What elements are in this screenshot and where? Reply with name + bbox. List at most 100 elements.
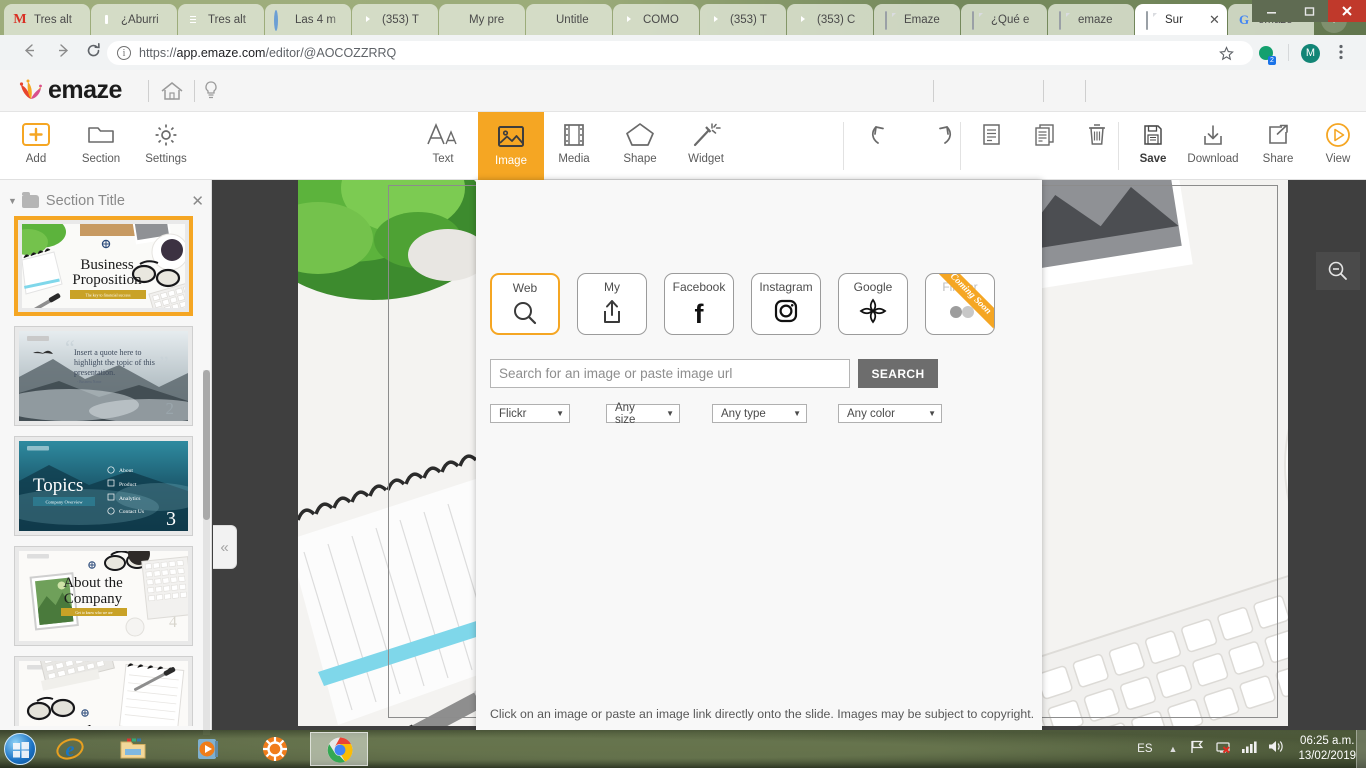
section-button[interactable]: Section [68,118,134,175]
text-aa-icon [423,118,463,152]
slide-thumbnail[interactable]: Insert a quote here to highlight the top… [14,326,193,426]
slide-thumbnail[interactable]: About the Company Get to know who we are… [14,546,193,646]
image-source-my[interactable]: My [577,273,647,335]
collapse-sidebar-button[interactable]: « [213,525,237,569]
image-source-instagram[interactable]: Instagram [751,273,821,335]
svg-text:Company Overview: Company Overview [45,500,83,505]
signal-icon[interactable] [1241,740,1258,759]
emaze-logo[interactable]: emaze [18,77,122,103]
zoom-out-button[interactable] [1316,252,1360,290]
minimize-button[interactable] [1252,0,1290,22]
section-title[interactable]: Section Title [46,193,192,209]
chrome-taskbar-button[interactable] [310,732,368,766]
browser-tab[interactable]: M Tres alt [4,4,90,35]
browser-tab[interactable]: My pre [439,4,525,35]
tool-text[interactable]: Text [410,118,476,175]
slide-thumbnail[interactable]: Business Proposition The key to financia… [14,216,193,316]
browser-tab[interactable]: Emaze [874,4,960,35]
forward-button[interactable] [52,42,74,64]
settings-button[interactable]: Settings [133,118,199,175]
tool-image[interactable]: Image [478,112,544,180]
browser-tab-label: emaze [1078,13,1113,26]
helm-icon[interactable] [260,735,290,763]
youtube-icon [621,12,637,28]
tool-media[interactable]: Media [541,118,607,175]
volume-icon[interactable] [1267,739,1284,759]
flag-icon[interactable] [1189,739,1205,760]
internet-explorer-icon[interactable]: e [55,735,85,763]
bookmark-star-icon[interactable] [1219,46,1234,64]
emaze-logo-text: emaze [48,76,122,104]
chevron-down-icon[interactable]: ▼ [8,196,17,206]
search-button[interactable]: SEARCH [858,359,938,388]
browser-tab[interactable]: ¿Qué e [961,4,1047,35]
medium-icon [534,12,550,28]
image-source-google[interactable]: Google [838,273,908,335]
color-filter[interactable]: Any color ▼ [838,404,942,423]
sidebar-scrollbar-thumb[interactable] [203,370,210,520]
image-source-web[interactable]: Web [490,273,560,335]
media-player-icon[interactable] [193,735,223,763]
network-error-icon[interactable] [1215,739,1231,760]
image-source-facebook[interactable]: Facebook f [664,273,734,335]
browser-tab[interactable]: emaze [1048,4,1134,35]
slide-thumbnail[interactable]: Product [14,656,193,726]
share-button[interactable]: Share [1245,118,1311,175]
close-window-button[interactable] [1328,0,1366,22]
home-icon[interactable] [160,80,184,107]
chevron-down-icon: ▼ [556,409,564,418]
svg-text:- Business Name: - Business Name [77,380,102,384]
slides-sidebar: ▼ Section Title ✕ Business Proposition T… [0,180,212,735]
language-indicator[interactable]: ES [1137,743,1152,755]
system-tray: ES ▲ 06:25 a.m. 13/02/2019 [1137,730,1356,768]
film-icon [558,118,590,152]
site-info-icon[interactable]: i [117,46,131,60]
reload-button[interactable] [82,42,104,64]
add-button[interactable]: Add [3,118,69,175]
browser-tab[interactable]: COMO [613,4,699,35]
lightbulb-icon[interactable] [203,80,219,107]
address-bar[interactable]: i https://app.emaze.com/editor/@AOCOZZRR… [107,41,1253,65]
close-tab-icon[interactable]: ✕ [1209,13,1221,26]
browser-tab[interactable]: Untitle [526,4,612,35]
taskbar-clock[interactable]: 06:25 a.m. 13/02/2019 [1298,734,1356,764]
download-button[interactable]: Download [1180,118,1246,175]
search-input[interactable] [490,359,850,388]
view-button[interactable]: View [1305,118,1366,175]
chevron-down-icon: ▼ [928,409,936,418]
browser-tab[interactable]: Tres alt [178,4,264,35]
windows-start-icon[interactable] [4,733,36,765]
browser-tab[interactable]: ¿Aburri [91,4,177,35]
close-section-icon[interactable]: ✕ [191,192,204,210]
tool-media-label: Media [558,153,590,165]
browser-tab[interactable]: (353) C [787,4,873,35]
sidebar-scrollbar-track[interactable] [203,370,210,735]
type-filter[interactable]: Any type ▼ [712,404,807,423]
floppy-disk-icon [1139,118,1167,152]
google-docs-icon [186,12,202,28]
image-source-flicker[interactable]: FlickerComing Soon [925,273,995,335]
save-button[interactable]: Save [1120,118,1186,175]
slide-thumbnail-list[interactable]: Business Proposition The key to financia… [14,216,204,726]
browser-tab[interactable]: (353) T [700,4,786,35]
browser-tab[interactable]: (353) T [352,4,438,35]
app-brand-bar: emaze emaze.me [0,70,1366,177]
slide-thumbnail[interactable]: Topics Company Overview About Product An… [14,436,193,536]
gear-icon [151,118,181,152]
image-source-panel: Web My Facebook f Instagram Google FlickerComi… [476,180,1042,730]
browser-tab[interactable]: Las 4 m [265,4,351,35]
chrome-menu-icon[interactable] [1339,44,1343,61]
tool-shape[interactable]: Shape [607,118,673,175]
tool-widget[interactable]: Widget [673,118,739,175]
source-filter[interactable]: Flickr ▼ [490,404,570,423]
browser-tab[interactable]: Sur ✕ [1135,4,1227,35]
profile-avatar[interactable]: M [1301,44,1320,63]
size-filter[interactable]: Any size ▼ [606,402,680,426]
clock-time: 06:25 a.m. [1300,735,1355,747]
maximize-button[interactable] [1290,0,1328,22]
file-explorer-icon[interactable] [118,735,148,763]
tray-expand-icon[interactable]: ▲ [1169,744,1178,754]
show-desktop-button[interactable] [1356,730,1366,768]
back-button[interactable] [18,42,40,64]
tool-image-label: Image [495,155,527,167]
